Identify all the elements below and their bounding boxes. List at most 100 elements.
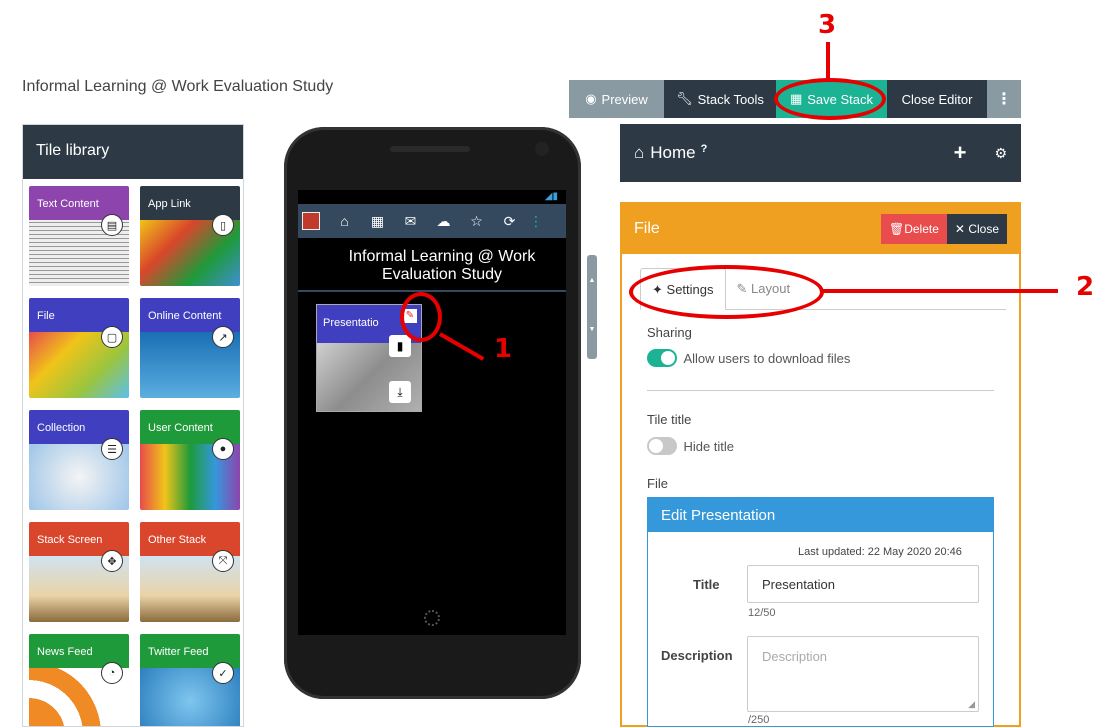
close-editor-label: Close Editor: [901, 91, 973, 107]
twitter-icon: ✓: [212, 662, 234, 684]
description-char-count: /250: [748, 714, 770, 726]
tile-text-content[interactable]: Text Content ▤: [29, 186, 129, 286]
phone-camera: [535, 142, 549, 156]
settings-tabs: ✦ Settings ✎ Layout: [640, 268, 1006, 310]
user-icon: ●: [212, 438, 234, 460]
close-button[interactable]: ✕ Close: [946, 214, 1007, 244]
download-icon[interactable]: ⤓: [389, 381, 411, 403]
tab-settings-label: Settings: [666, 282, 714, 297]
delete-button[interactable]: 🗑︎Delete: [880, 214, 947, 244]
tile-library-title: Tile library: [23, 125, 243, 179]
help-icon[interactable]: ?: [701, 143, 708, 155]
external-link-icon: ↗: [212, 326, 234, 348]
tile-online-content[interactable]: Online Content ↗: [140, 298, 240, 398]
menu-dots-icon[interactable]: ⋮: [526, 213, 546, 230]
document-icon: ▤: [101, 214, 123, 236]
allow-download-label: Allow users to download files: [683, 350, 851, 366]
loading-spinner: [424, 610, 440, 626]
annotation-number-3: 3: [818, 10, 837, 40]
brush-icon: ✎: [736, 281, 748, 296]
resize-grip-icon: ◢: [968, 699, 975, 709]
annotation-number-2: 2: [1076, 272, 1095, 302]
file-panel-header: File 🗑︎Delete ✕ Close: [622, 204, 1019, 254]
wrench-icon: 🔧︎: [676, 91, 693, 106]
annotation-number-1: 1: [494, 334, 513, 364]
edit-icon[interactable]: ✎: [403, 309, 417, 323]
home-title[interactable]: Home: [650, 143, 695, 163]
title-input-value: Presentation: [762, 576, 835, 592]
title-char-count: 12/50: [748, 607, 776, 619]
more-options-icon[interactable]: ⋮: [987, 80, 1021, 118]
tile-news-feed[interactable]: News Feed ◔: [29, 634, 129, 726]
tile-title-label: Tile title: [647, 412, 692, 427]
chat-icon[interactable]: ☁: [427, 213, 460, 230]
tab-layout[interactable]: ✎ Layout: [726, 268, 802, 310]
mobile-icon: ▯: [212, 214, 234, 236]
tile-user-content[interactable]: User Content ●: [140, 410, 240, 510]
grid-icon[interactable]: ▦: [361, 213, 394, 230]
status-bar: ◢▮: [298, 190, 566, 204]
sharing-label: Sharing: [647, 325, 692, 340]
file-icon[interactable]: ▮: [389, 335, 411, 357]
tile-twitter-feed[interactable]: Twitter Feed ✓: [140, 634, 240, 726]
tile-library: Tile library Text Content ▤ App Link ▯ File ▢…: [22, 124, 244, 727]
editor-toolbar: ◉ Preview 🔧︎ Stack Tools ▦ Save Stack Cl…: [569, 80, 1021, 118]
preview-button[interactable]: ◉ Preview: [569, 80, 664, 118]
refresh-icon[interactable]: ⟳: [493, 213, 526, 230]
tab-layout-label: Layout: [751, 281, 791, 296]
arrow-up-icon: ▲: [588, 277, 596, 284]
arrow-down-icon: ▼: [588, 326, 596, 333]
trash-icon: 🗑︎: [888, 222, 905, 236]
tile-app-link[interactable]: App Link ▯: [140, 186, 240, 286]
app-logo[interactable]: [302, 212, 320, 230]
file-icon: ▢: [101, 326, 123, 348]
delete-label: Delete: [904, 222, 939, 236]
home-icon: ⌂: [634, 143, 645, 162]
app-nav-bar: ⌂ ▦ ✉ ☁ ☆ ⟳ ⋮: [298, 204, 566, 238]
page-title: Informal Learning @ Work Evaluation Stud…: [22, 78, 334, 95]
preview-label: Preview: [601, 91, 648, 107]
phone-screen: ◢▮ ⌂ ▦ ✉ ☁ ☆ ⟳ ⋮ Informal Learning @ Wor…: [298, 190, 566, 635]
rss-icon: ◔: [101, 662, 123, 684]
description-field-label: Description: [661, 648, 733, 663]
save-stack-button[interactable]: ▦ Save Stack: [776, 80, 887, 118]
tab-settings[interactable]: ✦ Settings: [640, 268, 726, 310]
star-icon[interactable]: ☆: [460, 213, 493, 230]
tile-other-stack[interactable]: Other Stack ⤧: [140, 522, 240, 622]
expand-icon: ⤧: [212, 550, 234, 572]
add-button[interactable]: +: [954, 140, 967, 166]
tile-collection[interactable]: Collection ☰: [29, 410, 129, 510]
signal-icon: ◢▮: [544, 191, 558, 202]
allow-download-row: Allow users to download files: [647, 349, 850, 367]
allow-download-toggle[interactable]: [647, 349, 677, 367]
home-icon[interactable]: ⌂: [328, 213, 361, 229]
presentation-tile[interactable]: Presentatio ✎ ▮ ⤓: [316, 304, 422, 412]
hide-title-label: Hide title: [683, 438, 735, 454]
description-textarea[interactable]: Description ◢: [747, 636, 979, 712]
eye-icon: ◉: [585, 91, 597, 106]
grid-icon: ▦: [789, 91, 803, 106]
gear-icon[interactable]: ⚙: [994, 145, 1007, 162]
app-title: Informal Learning @ Work Evaluation Stud…: [298, 238, 566, 292]
list-icon: ☰: [101, 438, 123, 460]
home-bar: ⌂ Home ? + ⚙: [620, 124, 1021, 182]
file-label: File: [647, 476, 668, 491]
move-icon: ✥: [101, 550, 123, 572]
divider: [647, 390, 994, 391]
resize-handle[interactable]: ▲ ▼: [587, 255, 597, 359]
presentation-tile-label: Presentatio: [323, 317, 379, 329]
mail-icon[interactable]: ✉: [394, 213, 427, 230]
stack-tools-button[interactable]: 🔧︎ Stack Tools: [664, 80, 776, 118]
close-icon: ✕: [954, 222, 965, 236]
title-input[interactable]: Presentation: [747, 565, 979, 603]
description-placeholder: Description: [762, 649, 828, 664]
hide-title-toggle[interactable]: [647, 437, 677, 455]
stack-tools-label: Stack Tools: [697, 91, 764, 107]
magic-wand-icon: ✦: [652, 282, 663, 297]
presentation-image: ▮ ⤓: [317, 335, 421, 411]
close-editor-button[interactable]: Close Editor: [887, 80, 987, 118]
tile-stack-screen[interactable]: Stack Screen ✥: [29, 522, 129, 622]
file-panel-title: File: [634, 220, 660, 237]
phone-speaker: [390, 146, 470, 152]
tile-file[interactable]: File ▢: [29, 298, 129, 398]
